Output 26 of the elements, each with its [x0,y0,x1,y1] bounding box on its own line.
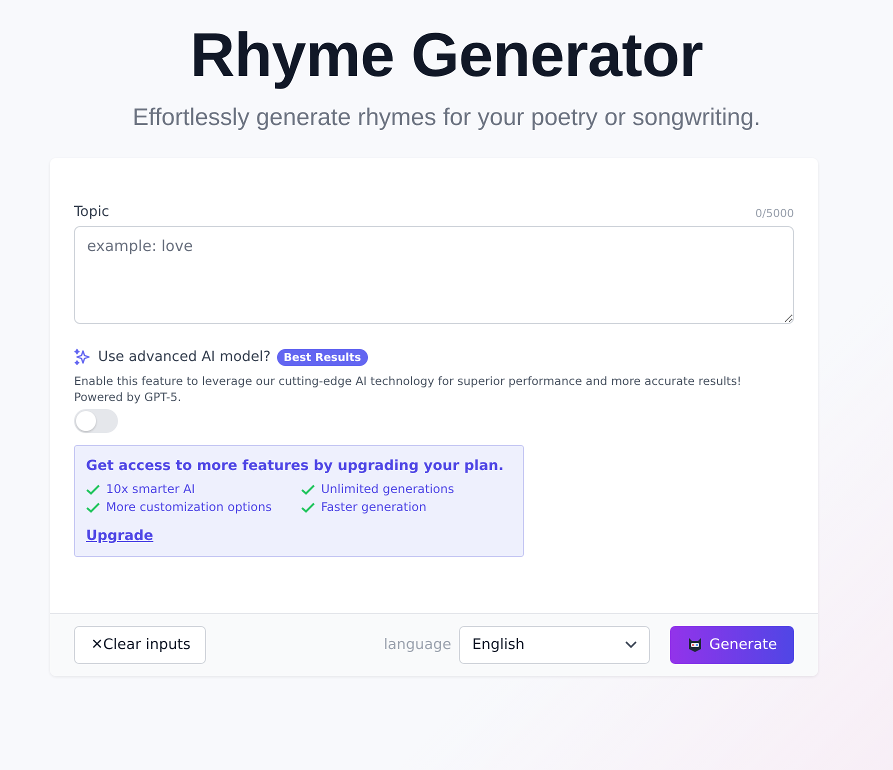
generate-button[interactable]: Generate [670,626,794,664]
topic-label: Topic [74,204,110,220]
language-label: language [384,637,452,653]
check-icon [301,484,315,494]
feature-text: Faster generation [321,500,427,514]
advanced-model-description: Enable this feature to leverage our cutting-edge AI technology for superior performance and more accurate results! Powered by GPT-5. [74,373,743,405]
feature-text: 10x smarter AI [106,482,195,496]
page-title: Rhyme Generator [190,20,703,92]
clear-inputs-button[interactable]: ✕Clear inputs [74,626,206,664]
topic-field[interactable]: example: love [74,226,794,324]
upgrade-link[interactable]: Upgrade [86,528,154,544]
language-select[interactable]: English [459,626,650,664]
check-icon [301,502,315,512]
sparkles-icon [74,348,92,366]
feature-text: More customization options [106,500,272,514]
upgrade-title: Get access to more features by upgrading your plan. [86,458,505,474]
best-results-badge: Best Results [276,348,368,366]
advanced-model-toggle[interactable] [74,409,118,433]
chevron-down-icon [625,641,638,649]
feature-text: Unlimited generations [321,482,454,496]
robot-icon [687,637,704,653]
page-subtitle: Effortlessly generate rhymes for your poetry or songwriting. [132,104,760,132]
character-counter: 0/5000 [755,207,794,220]
advanced-model-label: Use advanced AI model? [98,349,271,365]
check-icon [86,502,100,512]
check-icon [86,484,100,494]
